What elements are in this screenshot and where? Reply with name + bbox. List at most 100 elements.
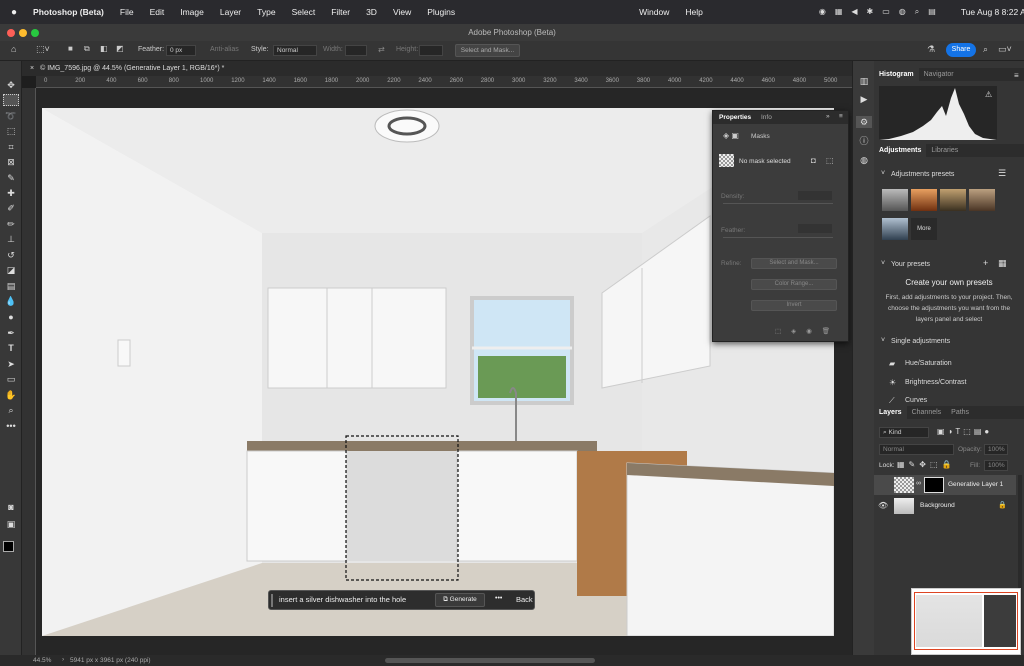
tab-info[interactable]: Info (761, 114, 772, 121)
menu-edit[interactable]: Edit (142, 7, 173, 17)
chevron-down-icon[interactable]: ˅ (881, 170, 885, 177)
more-presets-button[interactable]: More (911, 218, 937, 240)
foreground-color[interactable] (3, 541, 14, 552)
adjustment-hue-saturation[interactable]: Hue/Saturation (905, 360, 952, 367)
menu-3d[interactable]: 3D (358, 7, 385, 17)
preset-thumb-2[interactable] (911, 189, 937, 211)
quick-mask-icon[interactable]: ◙ (3, 501, 19, 513)
home-icon[interactable]: ⌂ (11, 44, 16, 54)
layer-filter-icons[interactable]: ▣◑T⬚▤● (937, 427, 992, 436)
more-options-icon[interactable]: ••• (495, 595, 502, 602)
density-input[interactable] (798, 191, 832, 200)
opacity-input[interactable]: 100% (984, 444, 1008, 455)
panel-menu-icon[interactable]: ≡ (839, 113, 843, 120)
marquee-tool-icon[interactable] (3, 94, 19, 106)
eye-icon[interactable]: 👁 (878, 501, 888, 510)
blend-mode-select[interactable]: Normal (879, 444, 954, 455)
menu-help[interactable]: Help (677, 7, 710, 17)
color-range-button[interactable]: Color Range... (751, 279, 837, 290)
height-input[interactable] (419, 45, 443, 56)
path-selection-icon[interactable]: ➤ (3, 358, 19, 370)
minimize-window-button[interactable] (19, 29, 27, 37)
app-menu[interactable]: Photoshop (Beta) (25, 7, 112, 17)
eyedropper-icon[interactable]: ✎ (3, 172, 19, 184)
menu-file[interactable]: File (112, 7, 142, 17)
prompt-input[interactable]: insert a silver dishwasher into the hole (279, 595, 406, 604)
horizontal-scrollbar[interactable] (385, 658, 595, 663)
fill-input[interactable]: 100% (984, 460, 1008, 471)
back-button[interactable]: Back (516, 595, 533, 604)
lock-icons[interactable]: ▦✎✥⬚🔒 (897, 460, 955, 469)
feather-input[interactable]: 0 px (166, 45, 196, 56)
eraser-icon[interactable]: ◪ (3, 264, 19, 276)
close-window-button[interactable] (7, 29, 15, 37)
select-and-mask-button[interactable]: Select and Mask... (751, 258, 837, 269)
tab-libraries[interactable]: Libraries (926, 144, 963, 157)
healing-brush-icon[interactable]: ✚ (3, 187, 19, 199)
more-tools-icon[interactable]: ••• (3, 420, 19, 432)
zoom-tool-icon[interactable]: ⌕ (3, 404, 19, 416)
clone-stamp-icon[interactable]: ⊥ (3, 233, 19, 245)
swatches-icon[interactable]: ◍ (856, 154, 872, 166)
zoom-window-button[interactable] (31, 29, 39, 37)
adjustment-curves[interactable]: Curves (905, 397, 927, 404)
type-tool-icon[interactable]: T (3, 342, 19, 354)
frame-tool-icon[interactable]: ⊠ (3, 156, 19, 168)
history-brush-icon[interactable]: ↺ (3, 249, 19, 261)
zoom-level[interactable]: 44.5% (33, 657, 51, 664)
close-tab-icon[interactable]: × (30, 65, 34, 72)
subtract-selection-icon[interactable]: ◧ (100, 44, 108, 53)
tab-paths[interactable]: Paths (946, 406, 974, 419)
dodge-tool-icon[interactable]: ● (3, 311, 19, 323)
workspace-icon[interactable]: ▭˅ (998, 44, 1012, 55)
lasso-tool-icon[interactable]: ➰ (3, 110, 19, 122)
menu-plugins[interactable]: Plugins (419, 7, 463, 17)
histogram-warning-icon[interactable]: ⚠ (985, 90, 992, 99)
antialias-checkbox[interactable]: Anti-alias (210, 46, 239, 53)
gradient-tool-icon[interactable]: ▤ (3, 280, 19, 292)
density-slider[interactable] (723, 203, 833, 204)
menu-select[interactable]: Select (284, 7, 324, 17)
preset-thumb-5[interactable] (882, 218, 908, 240)
actions-icon[interactable]: ▶ (856, 93, 872, 105)
tab-channels[interactable]: Channels (907, 406, 947, 419)
chevron-down-icon[interactable]: ˅ (881, 337, 885, 344)
style-select[interactable]: Normal (273, 45, 317, 56)
intersect-selection-icon[interactable]: ◩ (116, 44, 124, 53)
menu-layer[interactable]: Layer (212, 7, 249, 17)
hand-tool-icon[interactable]: ✋ (3, 389, 19, 401)
spot-healing-icon[interactable]: ✐ (3, 202, 19, 214)
doc-size-arrow-icon[interactable]: › (62, 656, 64, 663)
flask-icon[interactable]: ⚗ (927, 44, 935, 55)
tab-histogram[interactable]: Histogram (874, 68, 919, 81)
blur-tool-icon[interactable]: 💧 (3, 295, 19, 307)
menu-type[interactable]: Type (249, 7, 283, 17)
chevron-down-icon[interactable]: ˅ (881, 260, 885, 267)
tab-properties[interactable]: Properties (719, 114, 751, 121)
swap-icon[interactable]: ⇄ (378, 45, 385, 54)
move-tool-icon[interactable]: ✥ (3, 79, 19, 91)
layer-filter-select[interactable]: ⌕ Kind (879, 427, 929, 438)
add-selection-icon[interactable]: ⧉ (84, 44, 90, 54)
generate-button[interactable]: ⧉ Generate (435, 593, 485, 607)
menu-image[interactable]: Image (172, 7, 212, 17)
tab-layers[interactable]: Layers (874, 406, 907, 419)
feather-slider[interactable] (723, 237, 833, 238)
histogram-menu-icon[interactable]: ≡ (1014, 71, 1019, 80)
invert-button[interactable]: Invert (751, 300, 837, 311)
crop-tool-icon[interactable]: ⌗ (3, 141, 19, 153)
preset-thumb-4[interactable] (969, 189, 995, 211)
menu-window[interactable]: Window (631, 7, 677, 17)
layer-row[interactable]: 👁 Background 🔒 (874, 496, 1016, 516)
tab-adjustments[interactable]: Adjustments (874, 144, 927, 157)
layer-name[interactable]: Generative Layer 1 (948, 481, 1003, 488)
menu-clock[interactable]: Tue Aug 8 8:22 AM (953, 7, 1024, 17)
visibility-off-icon[interactable] (878, 480, 886, 488)
add-pixel-mask-icon[interactable]: ◘ (811, 156, 816, 165)
grid-view-icon[interactable]: ▦ (998, 258, 1007, 269)
layer-row[interactable]: ∞ Generative Layer 1 (874, 475, 1016, 495)
menu-filter[interactable]: Filter (323, 7, 358, 17)
preset-thumb-1[interactable] (882, 189, 908, 211)
apple-icon[interactable]: ● (0, 7, 25, 18)
navigator-preview[interactable] (911, 588, 1021, 655)
